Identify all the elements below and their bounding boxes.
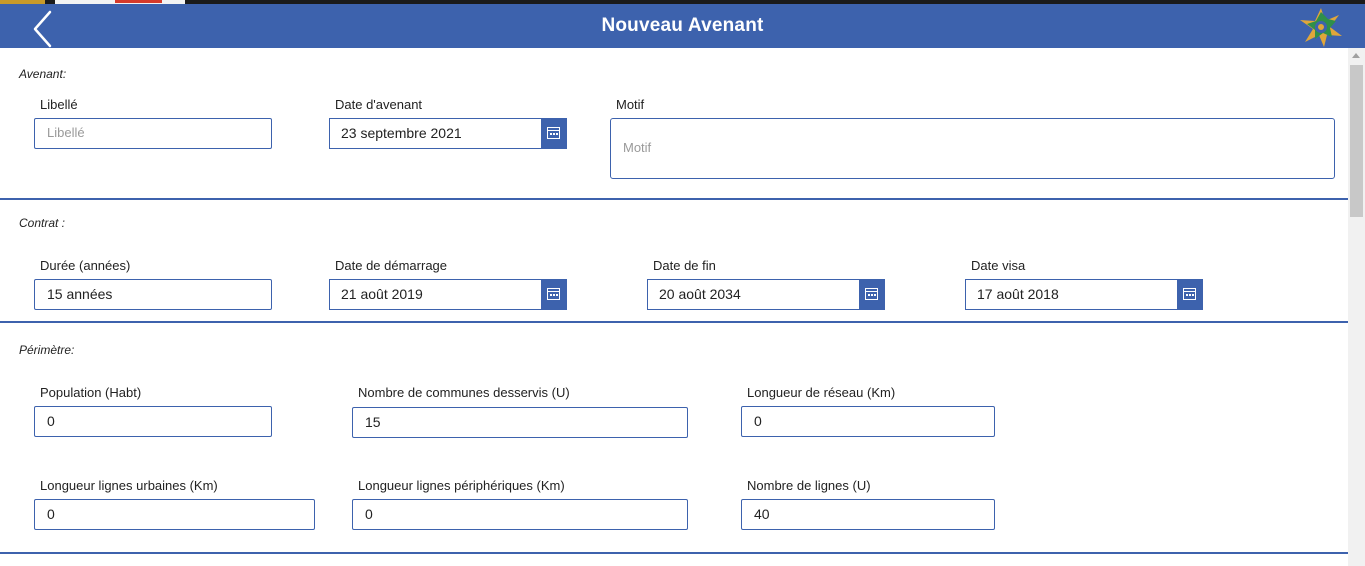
date-avenant-calendar-button[interactable] (541, 119, 566, 148)
calendar-icon (547, 127, 560, 139)
page-title: Nouveau Avenant (601, 15, 764, 36)
motif-textarea[interactable]: Motif (610, 118, 1335, 179)
date-avenant-label: Date d'avenant (335, 97, 423, 112)
lignes-peripheriques-input[interactable]: 0 (352, 499, 688, 530)
communes-input[interactable]: 15 (352, 407, 688, 438)
section-title-perimetre: Périmètre: (19, 343, 75, 357)
date-visa-calendar-button[interactable] (1177, 280, 1202, 309)
calendar-icon (547, 288, 560, 300)
date-avenant-value: 23 septembre 2021 (341, 125, 462, 141)
scroll-up-arrow-icon[interactable] (1352, 53, 1360, 58)
lignes-peripheriques-label: Longueur lignes périphériques (Km) (358, 478, 565, 493)
section-divider (0, 552, 1348, 554)
longueur-reseau-label: Longueur de réseau (Km) (747, 385, 896, 400)
vertical-scrollbar[interactable] (1348, 48, 1365, 566)
date-visa-value: 17 août 2018 (977, 286, 1059, 302)
duree-input[interactable]: 15 années (34, 279, 272, 310)
population-label: Population (Habt) (40, 385, 142, 400)
date-visa-picker[interactable]: 17 août 2018 (965, 279, 1203, 310)
libelle-input[interactable]: Libellé (34, 118, 272, 149)
nombre-lignes-input[interactable]: 40 (741, 499, 995, 530)
calendar-icon (865, 288, 878, 300)
date-fin-calendar-button[interactable] (859, 280, 884, 309)
top-strip-segment (115, 0, 162, 3)
population-input[interactable]: 0 (34, 406, 272, 437)
date-fin-label: Date de fin (653, 258, 716, 273)
date-demarrage-value: 21 août 2019 (341, 286, 423, 302)
section-divider (0, 321, 1348, 323)
section-title-avenant: Avenant: (19, 67, 67, 81)
duree-label: Durée (années) (40, 258, 131, 273)
lignes-urbaines-label: Longueur lignes urbaines (Km) (40, 478, 218, 493)
date-avenant-picker[interactable]: 23 septembre 2021 (329, 118, 567, 149)
date-visa-label: Date visa (971, 258, 1026, 273)
emblem-logo (1298, 6, 1344, 48)
nombre-lignes-label: Nombre de lignes (U) (747, 478, 871, 493)
calendar-icon (1183, 288, 1196, 300)
libelle-label: Libellé (40, 97, 78, 112)
longueur-reseau-input[interactable]: 0 (741, 406, 995, 437)
section-title-contrat: Contrat : (19, 216, 66, 230)
app-header: Nouveau Avenant (0, 4, 1365, 48)
scrollbar-thumb[interactable] (1350, 65, 1363, 217)
communes-label: Nombre de communes desservis (U) (358, 385, 570, 400)
date-demarrage-calendar-button[interactable] (541, 280, 566, 309)
section-divider (0, 198, 1348, 200)
date-fin-value: 20 août 2034 (659, 286, 741, 302)
date-fin-picker[interactable]: 20 août 2034 (647, 279, 885, 310)
date-demarrage-label: Date de démarrage (335, 258, 448, 273)
motif-label: Motif (616, 97, 645, 112)
date-demarrage-picker[interactable]: 21 août 2019 (329, 279, 567, 310)
lignes-urbaines-input[interactable]: 0 (34, 499, 315, 530)
